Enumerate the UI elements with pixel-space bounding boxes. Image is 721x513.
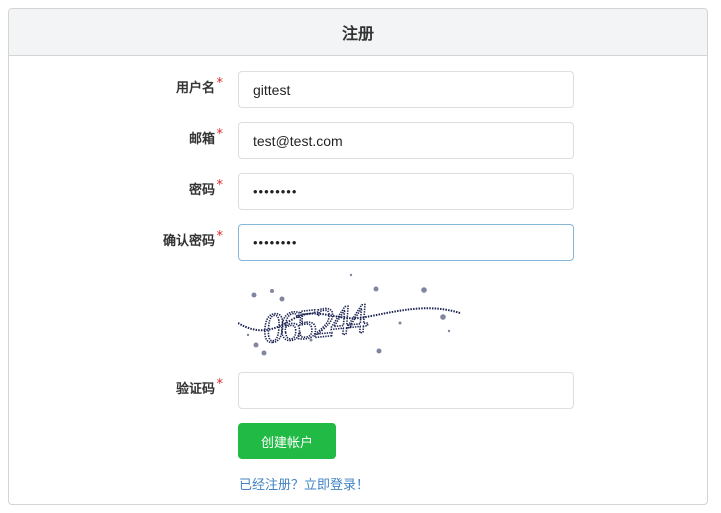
create-account-button[interactable]: 创建帐户	[238, 423, 336, 459]
email-label: 邮箱 *	[188, 127, 223, 148]
page-title: 注册	[341, 24, 374, 43]
password-label-text: 密码	[188, 183, 215, 198]
password-label: 密码 *	[188, 178, 223, 199]
captcha-input[interactable]	[238, 372, 574, 409]
captcha-label-text: 验证码	[175, 382, 215, 397]
captcha-label: 验证码 *	[175, 377, 223, 398]
username-label-text: 用户名	[175, 81, 215, 96]
confirm-password-input[interactable]	[238, 224, 574, 261]
confirm-password-label: 确认密码 *	[162, 229, 223, 250]
captcha-text: 065244	[260, 296, 370, 353]
required-mark: *	[216, 76, 224, 91]
captcha-image[interactable]: 065244	[238, 273, 478, 363]
register-panel: 注册 用户名 * 邮箱 * 密码 * 确认密码 *	[8, 8, 708, 505]
password-input[interactable]	[238, 173, 574, 210]
username-label: 用户名 *	[175, 76, 223, 97]
login-link[interactable]: 已经注册？立即登录！	[239, 474, 369, 493]
required-mark: *	[216, 127, 224, 142]
required-mark: *	[216, 377, 224, 392]
required-mark: *	[216, 229, 224, 244]
confirm-password-label-text: 确认密码	[162, 234, 215, 249]
username-input[interactable]	[238, 71, 574, 108]
email-input[interactable]	[238, 122, 574, 159]
panel-header: 注册	[9, 9, 707, 56]
email-label-text: 邮箱	[188, 132, 215, 147]
required-mark: *	[216, 178, 224, 193]
